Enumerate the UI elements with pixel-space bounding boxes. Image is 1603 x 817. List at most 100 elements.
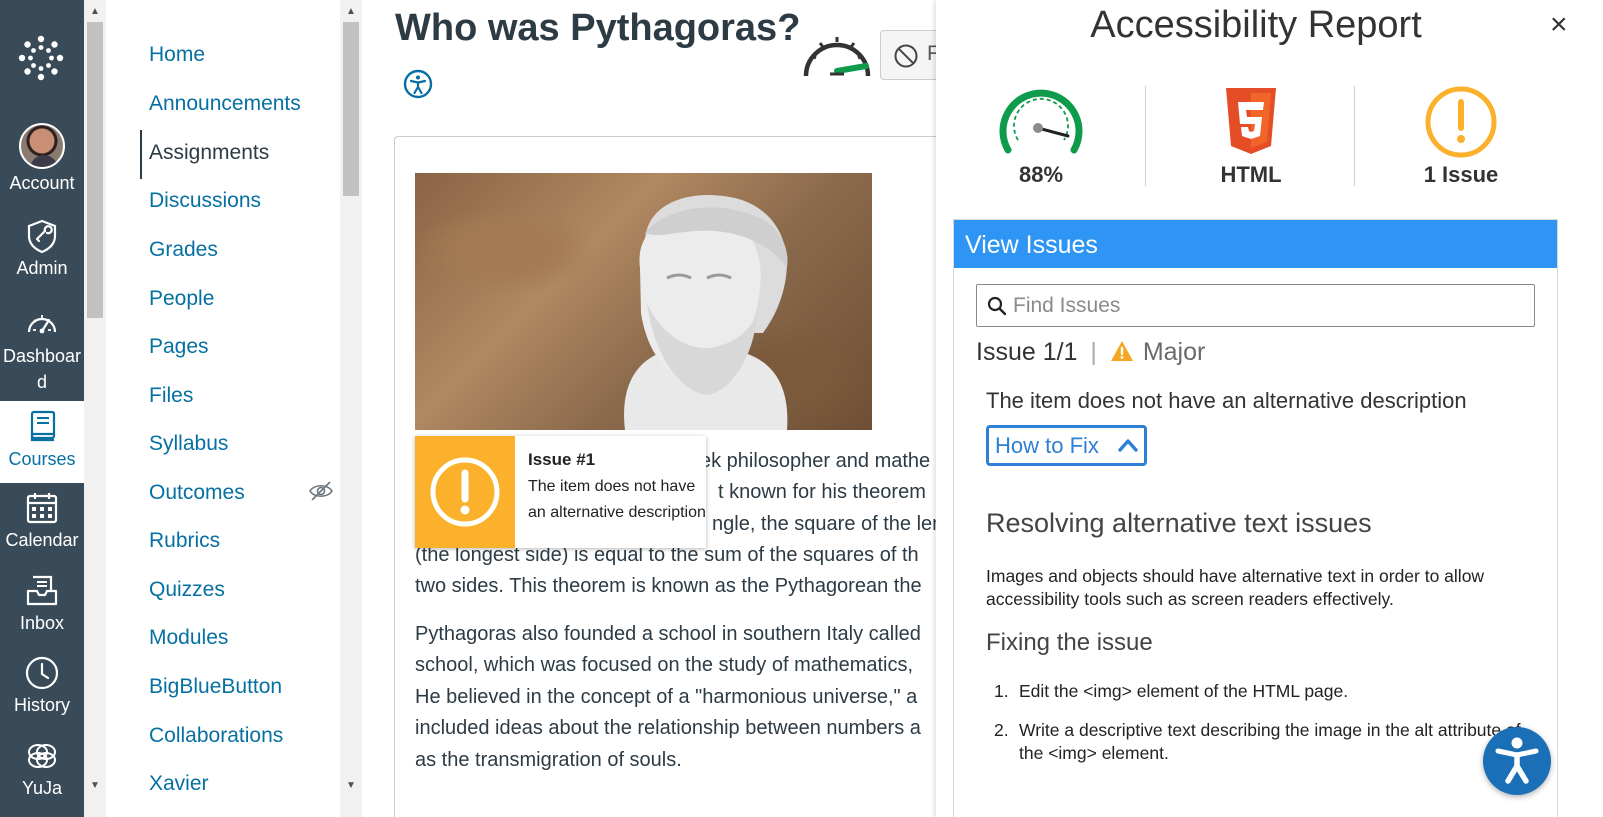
bust-illustration: [624, 195, 788, 430]
scroll-down-arrow-icon[interactable]: ▼: [84, 778, 106, 794]
nav-account[interactable]: Account: [0, 123, 84, 195]
eye-slash-icon: [309, 481, 333, 501]
nav-courses[interactable]: Courses: [0, 401, 84, 483]
course-nav-bigbluebutton[interactable]: BigBlueButton: [149, 673, 282, 701]
view-issues-panel: View Issues Issue 1/1 | Major The item d…: [953, 219, 1558, 817]
paragraph-line: Pythagoras also founded a school in sout…: [415, 623, 921, 645]
course-nav-rubrics[interactable]: Rubrics: [149, 527, 220, 555]
avatar: [19, 123, 65, 169]
nav-account-label: Account: [9, 173, 75, 193]
course-nav-xavier[interactable]: Xavier: [149, 770, 209, 798]
fix-step: 1. Edit the <img> element of the HTML pag…: [994, 681, 1349, 701]
nav-history-label: History: [13, 695, 70, 715]
score-stat: 88%: [966, 84, 1116, 188]
courses-book-icon: [30, 410, 56, 442]
course-nav-grades[interactable]: Grades: [149, 236, 218, 264]
nav-calendar[interactable]: Calendar: [0, 490, 84, 552]
how-to-fix-label: How to Fix: [995, 433, 1099, 458]
speed-gauge-icon[interactable]: [800, 26, 874, 80]
accessibility-person-icon: [1495, 737, 1539, 784]
nav-dashboard[interactable]: Dashboar d: [0, 305, 84, 395]
nav-calendar-label: Calendar: [5, 530, 79, 550]
no-entry-icon: [894, 44, 918, 68]
scrollbar-thumb[interactable]: [87, 22, 103, 318]
course-nav-modules[interactable]: Modules: [149, 624, 228, 652]
paragraph-line: two sides. This theorem is known as the …: [415, 575, 922, 597]
score-gauge-icon: [999, 89, 1083, 154]
issue-count: Issue 1/1: [976, 338, 1078, 366]
fix-steps-list: 1. Edit the <img> element of the HTML pag…: [994, 680, 1524, 781]
stat-divider: [1145, 86, 1146, 186]
nav-dashboard-label: Dashboar d: [2, 346, 82, 392]
fix-heading: Fixing the issue: [986, 629, 1153, 656]
course-nav-scrollbar[interactable]: ▲ ▼: [340, 0, 362, 817]
inbox-icon: [26, 575, 58, 606]
course-nav-quizzes[interactable]: Quizzes: [149, 576, 225, 604]
issue-tooltip[interactable]: Issue #1 The item does not have an alter…: [415, 436, 706, 548]
paragraph-line: t known for his theorem: [718, 481, 926, 503]
course-nav-syllabus[interactable]: Syllabus: [149, 430, 228, 458]
scroll-up-arrow-icon[interactable]: ▲: [84, 4, 106, 20]
course-nav-outcomes[interactable]: Outcomes: [149, 479, 245, 507]
stat-divider: [1354, 86, 1355, 186]
nav-scrollbar[interactable]: ▲ ▼: [84, 0, 106, 817]
issue-description: The item does not have an alternative de…: [986, 388, 1467, 413]
scroll-down-arrow-icon[interactable]: ▼: [340, 778, 362, 794]
issue-header: Issue 1/1 | Major: [976, 338, 1205, 367]
scrollbar-thumb[interactable]: [343, 22, 359, 196]
accessibility-icon[interactable]: [402, 68, 434, 100]
paragraph-line: as the transmigration of souls.: [415, 749, 682, 771]
issue-tooltip-icon-box: [415, 436, 515, 548]
history-clock-icon: [25, 656, 59, 690]
how-to-fix-button[interactable]: How to Fix: [986, 425, 1147, 466]
fix-step: 2. Write a descriptive text describing th…: [994, 720, 1521, 763]
close-icon[interactable]: ×: [1550, 10, 1568, 40]
issue-separator: |: [1090, 338, 1097, 366]
nav-yuja[interactable]: YuJa: [0, 738, 84, 800]
nav-admin[interactable]: Admin: [0, 218, 84, 280]
main-content: Who was Pythagoras? F ek philosopher and…: [362, 0, 936, 817]
page-title: Who was Pythagoras?: [395, 7, 801, 49]
warning-triangle-icon: [1110, 341, 1133, 361]
course-nav-collaborations[interactable]: Collaborations: [149, 722, 283, 750]
issues-stat: 1 Issue: [1386, 84, 1536, 188]
flag-button[interactable]: F: [880, 30, 936, 80]
yuja-icon: [28, 744, 56, 768]
issue-severity: Major: [1142, 338, 1206, 366]
admin-shield-icon: [27, 219, 57, 254]
search-icon: [987, 296, 1007, 316]
report-title: Accessibility Report: [1090, 4, 1422, 46]
exclamation-circle-icon: [430, 457, 500, 527]
paragraph-line: included ideas about the relationship be…: [415, 717, 921, 739]
active-indicator: [140, 130, 142, 179]
format-stat: HTML: [1176, 84, 1326, 188]
course-nav-assignments[interactable]: Assignments: [149, 139, 269, 167]
find-issues-search[interactable]: [976, 284, 1535, 327]
view-issues-header: View Issues: [954, 220, 1557, 268]
pythagoras-bust-image[interactable]: [415, 173, 872, 430]
course-nav-home[interactable]: Home: [149, 41, 205, 69]
flag-button-label: F: [927, 42, 936, 65]
course-nav-people[interactable]: People: [149, 285, 214, 313]
canvas-logo-icon[interactable]: [17, 34, 65, 82]
resolve-text: Images and objects should have alternati…: [986, 566, 1485, 609]
issues-count-label: 1 Issue: [1423, 162, 1499, 187]
issue-tooltip-text: The item does not have an alternative de…: [528, 478, 706, 521]
score-label: 88%: [1018, 162, 1064, 187]
nav-courses-label: Courses: [8, 449, 76, 469]
accessibility-float-button[interactable]: [1483, 727, 1551, 795]
nav-history[interactable]: History: [0, 655, 84, 717]
calendar-icon: [26, 493, 58, 524]
course-nav-announcements[interactable]: Announcements: [149, 90, 301, 118]
course-nav-files[interactable]: Files: [149, 382, 193, 410]
accessibility-report-panel: Accessibility Report × 88% HTML 1 Issue …: [936, 0, 1603, 817]
search-input[interactable]: [1013, 291, 1513, 321]
nav-inbox[interactable]: Inbox: [0, 573, 84, 635]
nav-yuja-label: YuJa: [21, 778, 63, 798]
warning-circle-icon: [1425, 86, 1497, 158]
nav-inbox-label: Inbox: [19, 613, 65, 633]
course-nav-discussions[interactable]: Discussions: [149, 187, 261, 215]
course-nav-pages[interactable]: Pages: [149, 333, 209, 361]
nav-admin-label: Admin: [16, 258, 68, 278]
scroll-up-arrow-icon[interactable]: ▲: [340, 4, 362, 20]
